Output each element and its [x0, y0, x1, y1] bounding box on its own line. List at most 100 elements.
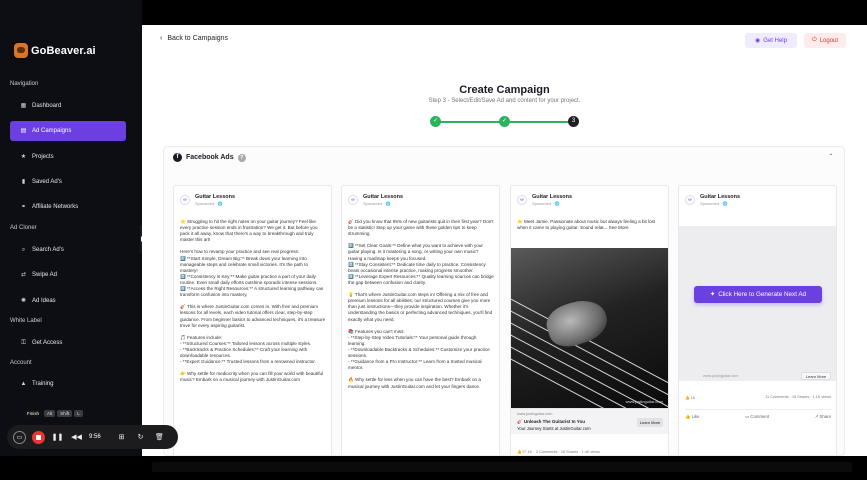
key-icon: ⚿: [21, 339, 26, 346]
white-label-section-title: White Label: [10, 318, 42, 324]
link-domain: www.justinguitar.com: [517, 412, 553, 416]
ad-link-preview[interactable]: www.justinguitar.com 🎸 Unleash The Guita…: [511, 408, 668, 434]
ad-body-text: 🎸 Did you know that 95% of new guitarist…: [348, 219, 494, 389]
facebook-icon: f: [173, 153, 182, 162]
step-connector: [505, 121, 569, 123]
learn-more-button[interactable]: Learn More: [801, 372, 831, 380]
trash-icon[interactable]: 🗑: [153, 431, 166, 444]
ad-page-name: Guitar Lessons: [363, 194, 404, 200]
rewind-icon[interactable]: ◀◀: [70, 431, 83, 444]
link-title: 🎸 Unleash The Guitarist In You: [517, 419, 585, 424]
ad-header: ∞ Guitar Lessons Sponsored · 🌐: [348, 194, 403, 206]
sparkle-icon: ✦: [709, 291, 716, 298]
app-logo[interactable]: GoBeaver.ai: [14, 43, 96, 58]
page-logo-icon: ∞: [180, 195, 190, 205]
help-badge-icon[interactable]: ?: [237, 153, 246, 162]
ad-cloner-section-title: Ad Cloner: [10, 225, 37, 231]
ad-preview-card[interactable]: ∞ Guitar Lessons Sponsored · 🌐 🎸 Did you …: [341, 185, 500, 455]
ad-preview-card[interactable]: ∞ Guitar Lessons Sponsored · 🌐 ⭐ Meet Jam…: [510, 185, 669, 455]
sidebar-item-projects[interactable]: ★ Projects: [10, 147, 126, 167]
page-title: Create Campaign: [459, 84, 550, 96]
ad-sponsored-label: Sponsored · 🌐: [363, 201, 391, 206]
beaver-logo-icon: [14, 43, 28, 58]
finish-shortcut-hint: Finish Alt Shift L: [24, 410, 83, 417]
star-icon: ★: [20, 153, 27, 160]
generate-next-ad-button[interactable]: ✦ Click Here to Generate Next Ad: [694, 286, 822, 303]
facebook-ads-panel: f Facebook Ads ? ⌃ ∞ Guitar Lessons Spons…: [163, 146, 845, 456]
account-section-title: Account: [10, 360, 32, 366]
search-icon: ⌕: [21, 246, 26, 253]
share-button[interactable]: ↗ Share: [815, 414, 831, 420]
photo-watermark: www.justinguitar.com: [625, 399, 663, 404]
ad-sponsored-label: Sponsored · 🌐: [195, 201, 223, 206]
sidebar-item-dashboard[interactable]: ▦ Dashboard: [10, 96, 126, 116]
dashboard-icon: ▦: [20, 102, 27, 109]
camera-icon[interactable]: ▭: [13, 430, 26, 444]
guitar-photo: www.justinguitar.com: [511, 248, 668, 408]
swipe-icon: ⇄: [20, 271, 27, 278]
ad-page-name: Guitar Lessons: [195, 194, 236, 200]
step-connector: [436, 121, 500, 123]
image-watermark: www.justinguitar.com: [703, 374, 739, 378]
pause-icon[interactable]: ❚❚: [51, 431, 64, 444]
comment-button[interactable]: ▭ Comment: [745, 414, 769, 420]
step-3-current: 3: [568, 116, 579, 127]
restart-icon[interactable]: ↻: [134, 431, 147, 444]
step-1-check: ✓: [430, 116, 441, 127]
like-button[interactable]: 👍 Like: [685, 414, 699, 420]
back-to-campaigns-link[interactable]: ‹ Back to Campaigns: [160, 35, 228, 42]
nav-section-title: Navigation: [10, 81, 39, 87]
link-description: Your Journey Starts at JustinGuitar.com: [517, 426, 591, 431]
ad-stats: 👍 16 11 Comments · 15 Shares · 1.1K views: [685, 395, 831, 400]
sidebar-item-swipe-ad[interactable]: ⇄ Swipe Ad: [10, 265, 126, 285]
chevron-left-icon: ‹: [160, 35, 163, 42]
recording-timer: 9:56: [89, 434, 101, 440]
ad-header: ∞ Guitar Lessons Sponsored · 🌐: [685, 194, 740, 206]
ad-header: ∞ Guitar Lessons Sponsored · 🌐: [180, 194, 235, 206]
ad-image-placeholder: www.justinguitar.com Learn More: [679, 226, 836, 381]
ad-preview-card[interactable]: ∞ Guitar Lessons Sponsored · 🌐 ⭐ Struggli…: [173, 185, 332, 455]
facebook-ads-header: f Facebook Ads ?: [173, 153, 246, 162]
sidebar-item-search-ads[interactable]: ⌕ Search Ad's: [10, 240, 126, 260]
sidebar-item-ad-campaigns[interactable]: ▤ Ad Campaigns: [10, 121, 126, 141]
page-subtitle: Step 3 - Select/Edit/Save Ad and content…: [428, 98, 581, 104]
page-logo-icon: ∞: [517, 195, 527, 205]
sidebar-item-saved-ads[interactable]: ▮ Saved Ad's: [10, 172, 126, 192]
ad-page-name: Guitar Lessons: [532, 194, 573, 200]
thumbs-up-icon: 👍: [685, 414, 691, 419]
ad-body-text: ⭐ Meet Jamie. Passionate about music but…: [517, 219, 656, 231]
sidebar-item-get-access[interactable]: ⚿ Get Access: [10, 333, 126, 353]
stop-recording-button[interactable]: [32, 430, 45, 444]
power-icon: ⏻: [811, 37, 817, 43]
chevron-up-icon[interactable]: ⌃: [826, 152, 836, 162]
bottom-bar: [0, 456, 867, 480]
get-help-button[interactable]: ◉ Get Help: [745, 33, 797, 48]
share-icon: ↗: [814, 414, 819, 419]
page-logo-icon: ∞: [348, 195, 358, 205]
sidebar-item-ad-ideas[interactable]: ✺ Ad Ideas: [10, 291, 126, 311]
comment-icon: ▭: [745, 414, 750, 419]
network-icon: ⚭: [20, 203, 27, 210]
bulb-icon: ✺: [20, 297, 27, 304]
sidebar: GoBeaver.ai Navigation ▦ Dashboard ▤ Ad Ca…: [0, 0, 142, 456]
app-name: GoBeaver.ai: [31, 44, 96, 57]
sidebar-item-affiliate-networks[interactable]: ⚭ Affiliate Networks: [10, 197, 126, 217]
step-progress: ✓ ✓ 3: [430, 116, 580, 128]
ad-sponsored-label: Sponsored · 🌐: [700, 201, 728, 206]
learn-more-button[interactable]: Learn More: [637, 418, 663, 427]
sidebar-item-training[interactable]: ▲ Training: [10, 374, 126, 394]
grid-icon[interactable]: ⊞: [115, 431, 128, 444]
step-2-check: ✓: [499, 116, 510, 127]
graduation-icon: ▲: [20, 380, 27, 387]
ad-page-name: Guitar Lessons: [700, 194, 741, 200]
main-content: ‹ Back to Campaigns ◉ Get Help ⏻ Logout Cre…: [142, 25, 867, 456]
ad-body-text: ⭐ Struggling to hit the right notes on y…: [180, 219, 326, 383]
bookmark-icon: ▮: [21, 178, 26, 185]
ad-header: ∞ Guitar Lessons Sponsored · 🌐: [517, 194, 572, 206]
logout-button[interactable]: ⏻ Logout: [804, 33, 846, 48]
ad-actions: 👍 Like ▭ Comment ↗ Share: [685, 409, 831, 420]
ad-sponsored-label: Sponsored · 🌐: [532, 201, 560, 206]
campaign-icon: ▤: [20, 127, 27, 134]
ad-preview-card[interactable]: ∞ Guitar Lessons Sponsored · 🌐 www.justin…: [678, 185, 837, 455]
screen-recorder-toolbar: ▭ ❚❚ ◀◀ 9:56 ⊞ ↻ 🗑: [7, 425, 178, 449]
